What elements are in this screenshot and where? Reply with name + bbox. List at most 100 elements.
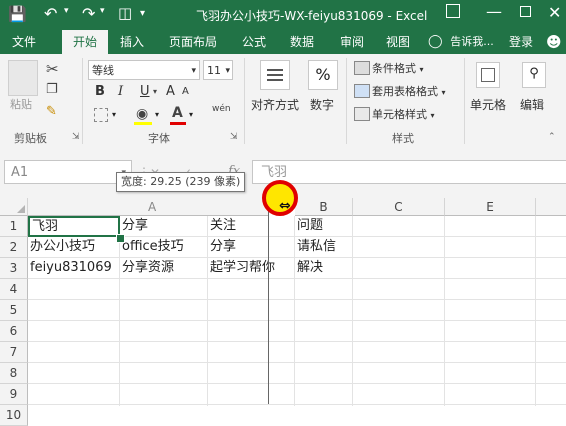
row-header[interactable]: 7 bbox=[0, 342, 28, 363]
window-title-separator: - bbox=[383, 9, 396, 23]
divider bbox=[464, 58, 465, 144]
row-header[interactable]: 10 bbox=[0, 405, 28, 426]
cell-styles-icon bbox=[354, 107, 370, 121]
borders-dropdown-icon[interactable]: ▾ bbox=[112, 110, 116, 119]
column-header-e[interactable]: E bbox=[445, 198, 536, 216]
share-person-icon[interactable]: ☻ bbox=[546, 33, 562, 51]
column-header-a-label: A bbox=[148, 200, 157, 214]
fill-color-icon[interactable]: ◉ bbox=[136, 106, 148, 122]
select-all-corner[interactable] bbox=[0, 198, 28, 216]
tab-view[interactable]: 视图 bbox=[380, 30, 416, 54]
conditional-format-icon bbox=[354, 61, 370, 75]
cell-b1[interactable]: 问题 bbox=[295, 216, 353, 237]
cells-button-label[interactable]: 单元格 bbox=[470, 96, 506, 113]
phonetic-guide-icon[interactable]: wén bbox=[212, 104, 231, 114]
tab-home[interactable]: 开始 bbox=[62, 30, 108, 54]
conditional-format-button[interactable]: 条件格式 ▾ bbox=[372, 60, 424, 76]
customize-toolbar-icon[interactable]: ▾ bbox=[140, 8, 145, 19]
row-header[interactable]: 5 bbox=[0, 300, 28, 321]
cells-icon[interactable] bbox=[476, 62, 500, 88]
cell-b3[interactable]: 解决 bbox=[295, 258, 353, 279]
column-header-c[interactable]: C bbox=[353, 198, 445, 216]
cell[interactable]: 分享 bbox=[208, 237, 268, 258]
format-as-table-button[interactable]: 套用表格格式 ▾ bbox=[372, 83, 446, 99]
tab-review[interactable]: 审阅 bbox=[332, 30, 372, 54]
font-color-dropdown-icon[interactable]: ▾ bbox=[189, 110, 193, 119]
underline-button[interactable]: U bbox=[140, 84, 150, 99]
styles-group-label: 样式 bbox=[392, 132, 414, 145]
number-button-label[interactable]: 数字 bbox=[310, 96, 334, 113]
font-name-select[interactable]: 等线 ▾ bbox=[88, 60, 200, 80]
borders-icon[interactable] bbox=[94, 108, 108, 122]
alignment-button-label[interactable]: 对齐方式 bbox=[251, 96, 299, 113]
percent-icon[interactable]: % bbox=[308, 60, 338, 90]
tab-data[interactable]: 数据 bbox=[282, 30, 322, 54]
cell[interactable]: 分享 bbox=[120, 216, 208, 237]
minimize-icon[interactable]: — bbox=[486, 2, 502, 21]
undo-dropdown-icon[interactable]: ▾ bbox=[64, 6, 69, 16]
font-size-select[interactable]: 11 ▾ bbox=[203, 60, 233, 80]
row-header[interactable]: 4 bbox=[0, 279, 28, 300]
paste-button-label[interactable]: 粘贴 bbox=[10, 96, 32, 112]
copy-icon[interactable]: ❐ bbox=[46, 82, 58, 97]
row-header[interactable]: 2 bbox=[0, 237, 28, 258]
underline-dropdown-icon[interactable]: ▾ bbox=[153, 87, 157, 96]
name-box[interactable]: A1 ▾ bbox=[4, 160, 132, 184]
column-header-b[interactable]: B bbox=[295, 198, 353, 216]
tab-page-layout[interactable]: 页面布局 bbox=[160, 30, 226, 54]
lightbulb-icon[interactable]: ◯ bbox=[428, 34, 443, 49]
font-name-value: 等线 bbox=[92, 64, 114, 77]
tab-file[interactable]: 文件 bbox=[6, 30, 42, 54]
chevron-down-icon: ▾ bbox=[191, 66, 196, 76]
print-preview-icon[interactable]: ◫ bbox=[118, 4, 132, 22]
row-header[interactable]: 8 bbox=[0, 363, 28, 384]
tell-me-box[interactable]: 告诉我... bbox=[446, 30, 498, 54]
save-icon[interactable]: 💾 bbox=[8, 5, 27, 23]
row-header[interactable]: 3 bbox=[0, 258, 28, 279]
ribbon: 粘贴 ✂ ❐ ✎ 剪贴板 ⇲ 等线 ▾ 11 ▾ B I U ▾ A A ▾ ◉… bbox=[0, 54, 566, 149]
divider bbox=[82, 58, 83, 144]
cell[interactable]: office技巧 bbox=[120, 237, 208, 258]
undo-icon[interactable]: ↶ bbox=[44, 4, 57, 23]
row-header[interactable]: 9 bbox=[0, 384, 28, 405]
shrink-font-button[interactable]: A bbox=[182, 86, 189, 97]
formula-input[interactable]: 飞羽 bbox=[252, 160, 566, 184]
cell-b2[interactable]: 请私信 bbox=[295, 237, 353, 258]
clipboard-launcher-icon[interactable]: ⇲ bbox=[72, 132, 80, 142]
redo-icon[interactable]: ↷ bbox=[82, 4, 95, 23]
row-header[interactable]: 1 bbox=[0, 216, 28, 237]
font-launcher-icon[interactable]: ⇲ bbox=[230, 132, 238, 142]
align-lines-icon[interactable] bbox=[260, 60, 290, 90]
editing-search-icon[interactable]: ⚲ bbox=[522, 62, 546, 88]
grow-font-button[interactable]: A bbox=[166, 84, 175, 99]
bold-button[interactable]: B bbox=[95, 84, 105, 99]
cell-styles-button[interactable]: 单元格样式 ▾ bbox=[372, 106, 435, 122]
cell-a2[interactable]: 办公小技巧 bbox=[28, 237, 120, 258]
fill-color-swatch bbox=[134, 122, 152, 125]
close-icon[interactable]: ✕ bbox=[548, 3, 561, 22]
ribbon-display-options-icon[interactable] bbox=[446, 4, 460, 18]
tab-formulas[interactable]: 公式 bbox=[234, 30, 274, 54]
cut-icon[interactable]: ✂ bbox=[46, 60, 59, 78]
italic-button[interactable]: I bbox=[118, 84, 123, 99]
editing-button-label[interactable]: 编辑 bbox=[520, 96, 544, 113]
fill-dropdown-icon[interactable]: ▾ bbox=[155, 110, 159, 119]
fill-handle[interactable] bbox=[116, 234, 125, 243]
format-painter-icon[interactable]: ✎ bbox=[46, 104, 57, 119]
cell-a3[interactable]: feiyu831069 bbox=[28, 258, 120, 279]
maximize-icon[interactable] bbox=[520, 6, 531, 17]
font-color-icon[interactable]: A bbox=[172, 105, 183, 121]
cell[interactable]: 起学习帮你 bbox=[208, 258, 275, 279]
sign-in-link[interactable]: 登录 bbox=[504, 30, 538, 54]
tab-insert[interactable]: 插入 bbox=[112, 30, 152, 54]
chevron-down-icon: ▾ bbox=[225, 66, 230, 76]
paste-icon[interactable] bbox=[8, 60, 38, 96]
cell[interactable]: 分享资源 bbox=[120, 258, 208, 279]
format-as-table-label: 套用表格格式 bbox=[372, 85, 438, 98]
collapse-ribbon-icon[interactable]: ⌃ bbox=[548, 132, 556, 142]
column-header-f[interactable] bbox=[536, 198, 566, 216]
redo-dropdown-icon[interactable]: ▾ bbox=[100, 6, 105, 16]
cell-a1[interactable]: 飞羽 bbox=[28, 216, 120, 237]
cell[interactable]: 关注 bbox=[208, 216, 268, 237]
row-header[interactable]: 6 bbox=[0, 321, 28, 342]
